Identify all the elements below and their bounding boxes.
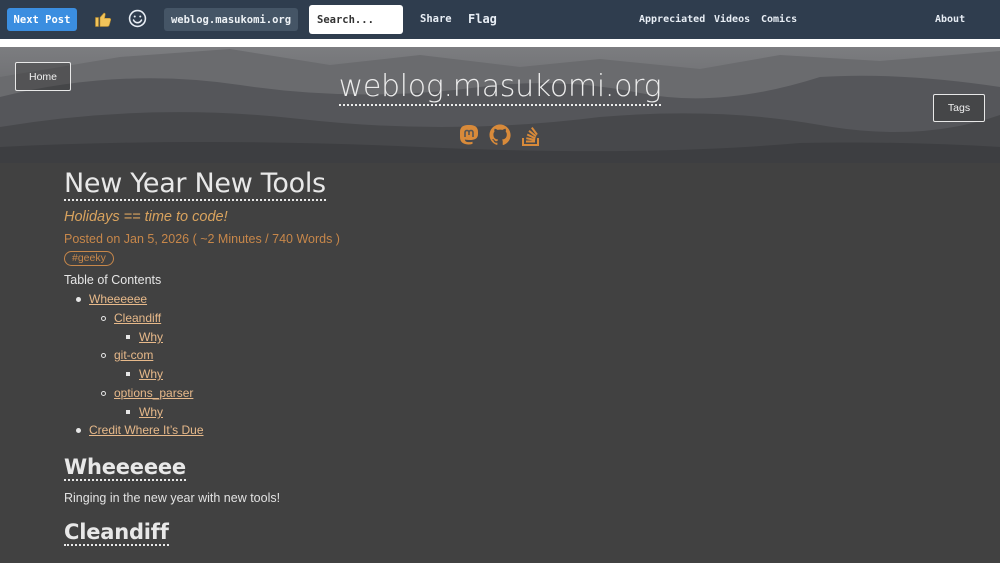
toc-link-wheeeeee[interactable]: Wheeeeee — [89, 292, 147, 306]
toc-title: Table of Contents — [64, 273, 162, 287]
section-heading-cleandiff-text[interactable]: Cleandiff — [64, 520, 169, 546]
share-link[interactable]: Share — [420, 13, 452, 25]
about-link[interactable]: About — [935, 14, 965, 25]
toc-bullet — [76, 428, 81, 433]
site-header-banner: Home Tags weblog.masukomi.org — [0, 47, 1000, 163]
toc-link-why-cleandiff[interactable]: Why — [139, 330, 163, 344]
github-icon[interactable] — [488, 123, 512, 147]
paragraph: Ringing in the new year with new tools! — [64, 491, 281, 505]
post-title-text[interactable]: New Year New Tools — [64, 168, 326, 201]
toc-bullet — [126, 372, 130, 376]
smiley-icon[interactable] — [128, 9, 147, 28]
divider-strip — [0, 39, 1000, 47]
mastodon-icon[interactable] — [457, 123, 481, 147]
toc-link-credit[interactable]: Credit Where It’s Due — [89, 423, 204, 437]
site-domain-link[interactable]: weblog.masukomi.org — [164, 8, 298, 31]
comics-link[interactable]: Comics — [761, 14, 797, 25]
toc-bullet — [126, 410, 130, 414]
toc-link-why-options-parser[interactable]: Why — [139, 405, 163, 419]
post-title[interactable]: New Year New Tools — [64, 168, 326, 201]
thumbs-up-icon[interactable] — [94, 10, 112, 28]
section-heading-wheeeeee[interactable]: Wheeeeee — [64, 455, 186, 481]
appreciated-link[interactable]: Appreciated — [639, 14, 705, 25]
post-subtitle: Holidays == time to code! — [64, 209, 228, 225]
flag-link[interactable]: Flag — [468, 12, 497, 26]
toc-bullet — [101, 316, 106, 321]
toc-link-why-git-com[interactable]: Why — [139, 367, 163, 381]
stack-overflow-icon[interactable] — [519, 123, 543, 147]
site-title[interactable]: weblog.masukomi.org — [0, 69, 1000, 106]
toc-link-cleandiff[interactable]: Cleandiff — [114, 311, 161, 325]
section-heading-wheeeeee-text[interactable]: Wheeeeee — [64, 455, 186, 481]
toc-bullet — [76, 297, 81, 302]
toc-bullet — [126, 335, 130, 339]
post-meta: Posted on Jan 5, 2026 ( ~2 Minutes / 740… — [64, 232, 340, 246]
toc-link-git-com[interactable]: git-com — [114, 348, 153, 362]
top-navigation-bar: Next Post weblog.masukomi.org Share Flag… — [0, 0, 1000, 39]
videos-link[interactable]: Videos — [714, 14, 750, 25]
toc-link-options-parser[interactable]: options_parser — [114, 386, 193, 400]
toc-bullet — [101, 391, 106, 396]
site-title-text[interactable]: weblog.masukomi.org — [338, 69, 662, 106]
tag-badge-geeky[interactable]: #geeky — [64, 251, 114, 266]
section-heading-cleandiff[interactable]: Cleandiff — [64, 520, 169, 546]
search-input[interactable] — [309, 5, 403, 34]
next-post-button[interactable]: Next Post — [7, 8, 77, 31]
toc-bullet — [101, 353, 106, 358]
